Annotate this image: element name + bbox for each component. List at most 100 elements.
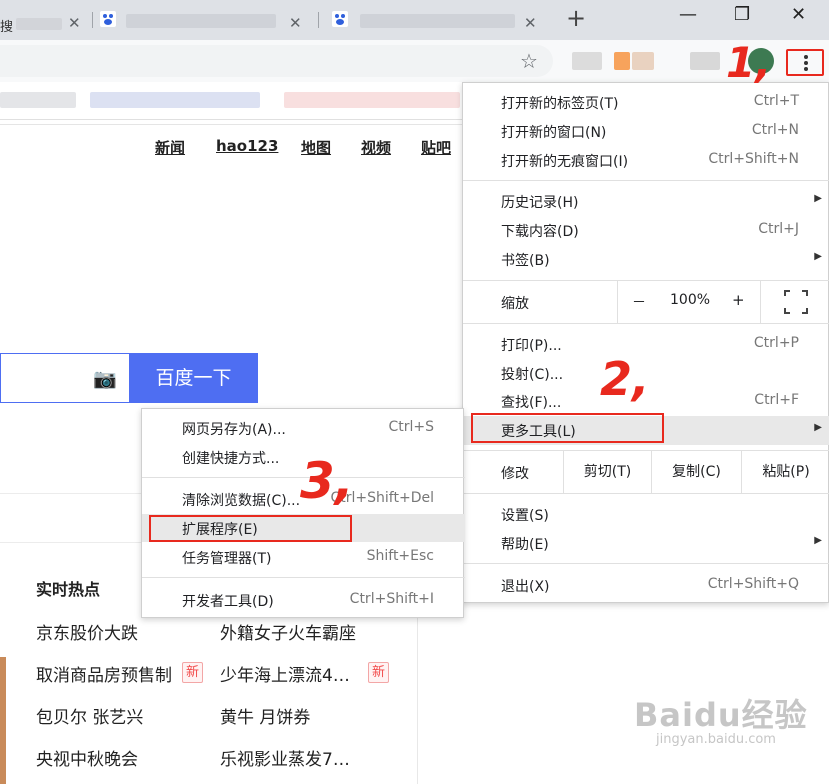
menu-item-shortcut: Shift+Esc: [366, 548, 434, 564]
menu-item-downloads[interactable]: 下载内容(D) Ctrl+J: [463, 216, 829, 245]
hot-item[interactable]: 包贝尔 张艺兴: [36, 703, 143, 728]
menu-item-label: 历史记录(H): [501, 195, 579, 211]
menu-item-label: 打开新的窗口(N): [501, 125, 607, 141]
menu-item-label: 帮助(E): [501, 537, 549, 553]
menu-item-shortcut: Ctrl+P: [753, 335, 799, 351]
edit-row: 修改 剪切(T) 复制(C) 粘贴(P): [463, 451, 829, 493]
toolbar: ☆: [0, 40, 829, 82]
menu-item-label: 投射(C)...: [501, 367, 564, 383]
new-badge: 新: [368, 662, 389, 683]
submenu-arrow-icon: ▶: [814, 535, 822, 546]
more-tools-submenu: 网页另存为(A)... Ctrl+S 创建快捷方式... 清除浏览数据(C)..…: [141, 408, 465, 618]
minimize-button[interactable]: —: [679, 4, 697, 25]
fullscreen-icon[interactable]: [760, 281, 829, 323]
submenu-arrow-icon: ▶: [814, 251, 822, 262]
submenu-arrow-icon: ▶: [814, 422, 822, 433]
tab-title-blurred: [16, 18, 62, 30]
menu-item-label: 创建快捷方式...: [182, 451, 280, 467]
nav-link-video[interactable]: 视频: [361, 137, 391, 158]
camera-icon[interactable]: 📷: [93, 367, 117, 390]
menu-item-incognito[interactable]: 打开新的无痕窗口(I) Ctrl+Shift+N: [463, 146, 829, 175]
annotation-box-more-tools: [471, 413, 664, 443]
thumbnail-image: [0, 657, 6, 784]
menu-item-shortcut: Ctrl+Shift+N: [708, 151, 799, 167]
annotation-step-2: 2,: [600, 352, 650, 406]
menu-item-label: 任务管理器(T): [182, 551, 272, 567]
hot-item[interactable]: 乐视影业蒸发7…: [220, 745, 350, 770]
zoom-out-button[interactable]: －: [632, 292, 646, 312]
tab-2[interactable]: ✕: [96, 6, 311, 40]
restore-button[interactable]: ❐: [734, 4, 750, 25]
menu-item-new-window[interactable]: 打开新的窗口(N) Ctrl+N: [463, 117, 829, 146]
bookmark-item[interactable]: [0, 92, 76, 108]
zoom-row: 缩放 － 100% +: [463, 281, 829, 323]
bookmark-item[interactable]: [90, 92, 260, 108]
edit-label: 修改: [501, 466, 529, 482]
tab-1[interactable]: 搜 ✕: [0, 6, 92, 40]
menu-item-help[interactable]: 帮助(E) ▶: [463, 529, 829, 558]
close-icon[interactable]: ✕: [289, 14, 302, 32]
hot-item[interactable]: 央视中秋晚会: [36, 745, 138, 770]
menu-separator: [463, 493, 829, 494]
nav-link-news[interactable]: 新闻: [155, 137, 185, 158]
menu-separator: [142, 577, 465, 578]
menu-item-settings[interactable]: 设置(S): [463, 500, 829, 529]
tab-divider: [92, 12, 93, 28]
menu-item-devtools[interactable]: 开发者工具(D) Ctrl+Shift+I: [142, 586, 465, 614]
menu-item-exit[interactable]: 退出(X) Ctrl+Shift+Q: [463, 571, 829, 600]
annotation-step-3: 3,: [300, 452, 354, 510]
star-icon[interactable]: ☆: [520, 49, 538, 73]
watermark-logo: Baidu经验: [634, 696, 808, 734]
cut-button[interactable]: 剪切(T): [563, 451, 651, 493]
annotation-step-1: 1,: [726, 38, 772, 87]
search-input[interactable]: 📷: [0, 353, 129, 403]
zoom-in-button[interactable]: +: [732, 291, 745, 309]
menu-separator: [463, 563, 829, 564]
menu-item-task-manager[interactable]: 任务管理器(T) Shift+Esc: [142, 543, 465, 571]
nav-link-tieba[interactable]: 贴吧: [421, 137, 451, 158]
tab-3[interactable]: ✕: [322, 6, 547, 40]
extension-icon[interactable]: [572, 52, 602, 70]
hot-item[interactable]: 京东股价大跌: [36, 619, 138, 644]
menu-item-label: 清除浏览数据(C)...: [182, 493, 301, 509]
extension-icon[interactable]: [690, 52, 720, 70]
menu-item-shortcut: Ctrl+Shift+I: [349, 591, 434, 607]
paste-button[interactable]: 粘贴(P): [741, 451, 829, 493]
menu-item-new-tab[interactable]: 打开新的标签页(T) Ctrl+T: [463, 88, 829, 117]
menu-item-label: 查找(F)...: [501, 395, 562, 411]
more-vert-icon[interactable]: [786, 49, 824, 76]
annotation-box-extensions: [149, 515, 352, 542]
close-icon[interactable]: ✕: [68, 14, 81, 32]
nav-link-hao123[interactable]: hao123: [216, 137, 278, 155]
nav-link-map[interactable]: 地图: [301, 137, 331, 158]
close-icon[interactable]: ✕: [524, 14, 537, 32]
extension-icon[interactable]: [614, 52, 630, 70]
divider: [0, 124, 462, 125]
menu-item-history[interactable]: 历史记录(H) ▶: [463, 187, 829, 216]
copy-button[interactable]: 复制(C): [651, 451, 741, 493]
bookmark-item[interactable]: [284, 92, 460, 108]
zoom-level: 100%: [670, 292, 711, 308]
menu-item-bookmarks[interactable]: 书签(B) ▶: [463, 245, 829, 274]
menu-item-shortcut: Ctrl+F: [754, 392, 799, 408]
zoom-controls: － 100% +: [617, 281, 760, 323]
divider: [0, 493, 141, 494]
menu-item-label: 打开新的无痕窗口(I): [501, 154, 629, 170]
new-badge: 新: [182, 662, 203, 683]
menu-item-label: 打印(P)...: [501, 338, 562, 354]
menu-item-shortcut: Ctrl+S: [388, 419, 434, 435]
new-tab-button[interactable]: +: [566, 4, 586, 32]
tab-title-blurred: [126, 14, 276, 28]
address-bar[interactable]: ☆: [0, 45, 553, 77]
baidu-favicon-icon: [332, 11, 348, 27]
extension-icon[interactable]: [632, 52, 654, 70]
hot-item[interactable]: 取消商品房预售制: [36, 661, 172, 686]
close-window-button[interactable]: ✕: [791, 4, 806, 25]
submenu-arrow-icon: ▶: [814, 193, 822, 204]
hot-item[interactable]: 少年海上漂流4…: [220, 661, 350, 686]
menu-item-label: 开发者工具(D): [182, 594, 274, 610]
hot-item[interactable]: 黄牛 月饼券: [220, 703, 310, 728]
menu-item-save-page[interactable]: 网页另存为(A)... Ctrl+S: [142, 414, 465, 442]
hot-item[interactable]: 外籍女子火车霸座: [220, 619, 356, 644]
search-button[interactable]: 百度一下: [129, 353, 258, 403]
